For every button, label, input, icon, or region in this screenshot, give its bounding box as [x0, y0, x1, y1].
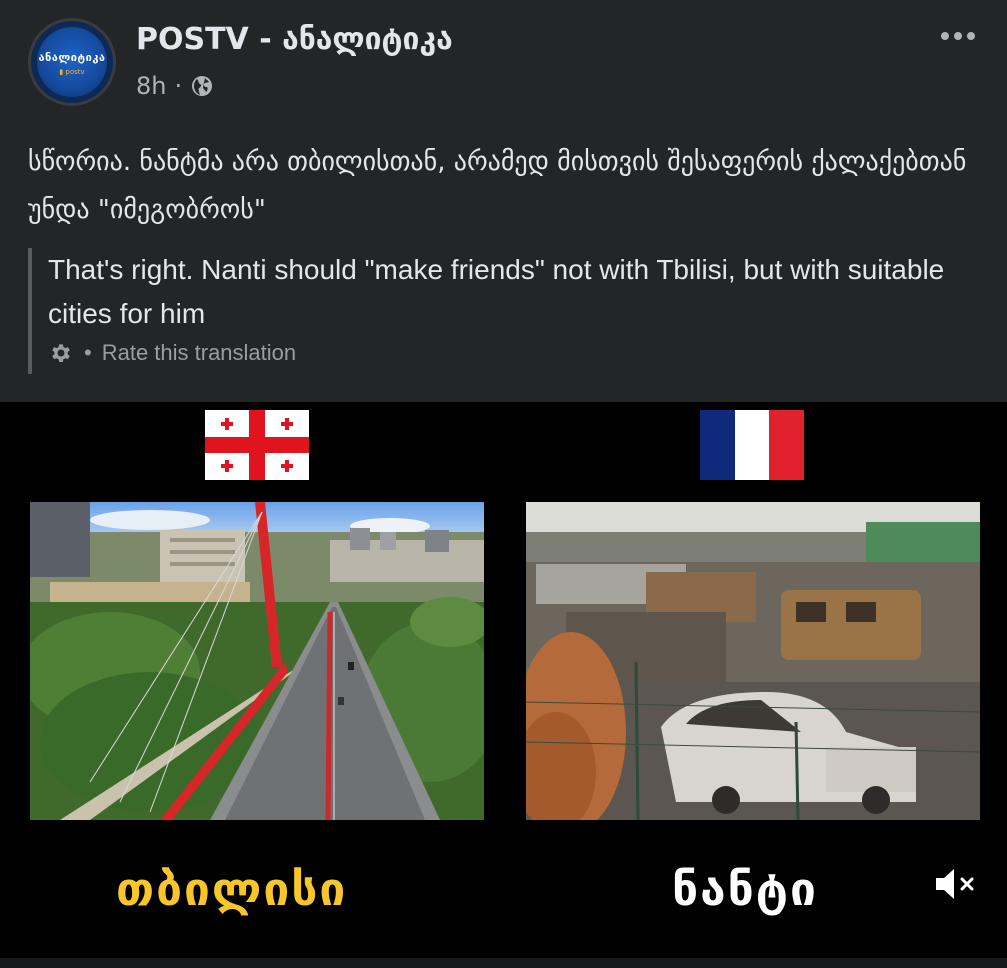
nantes-burnt-cars-photo [526, 502, 980, 820]
volume-muted-icon[interactable] [932, 864, 982, 904]
meta-separator: · [174, 72, 183, 100]
post-video[interactable]: თბილისი ნანტი [0, 402, 1007, 958]
more-dot [941, 32, 949, 40]
post-text: სწორია. ნანტმა არა თბილისთან, არამედ მის… [28, 147, 967, 225]
avatar-logo-sub: ▮ postv [59, 68, 85, 76]
page-avatar[interactable]: ანალიტიკა ▮ postv [28, 18, 116, 106]
nantes-caption: ნანტი [672, 862, 818, 916]
post-meta: 8h · [136, 72, 214, 100]
post-footer-divider [0, 958, 1007, 968]
more-dot [967, 32, 975, 40]
georgia-flag [205, 410, 309, 480]
page-name-link[interactable]: POSTV - ანალიტიკა [136, 22, 453, 57]
translation-text: That's right. Nanti should "make friends… [48, 254, 945, 329]
post-timestamp[interactable]: 8h [136, 72, 166, 100]
rate-translation-link[interactable]: Rate this translation [102, 340, 296, 366]
more-dot [954, 32, 962, 40]
rate-translation-row: • Rate this translation [48, 340, 988, 366]
globe-icon[interactable] [190, 74, 214, 98]
gear-icon[interactable] [48, 340, 74, 366]
translation-block: That's right. Nanti should "make friends… [28, 248, 988, 374]
more-options-button[interactable] [933, 16, 983, 56]
france-flag [700, 410, 805, 480]
avatar-logo-text: ანალიტიკა [38, 51, 106, 64]
tbilisi-bridge-photo [30, 502, 484, 820]
tbilisi-caption: თბილისი [116, 862, 348, 916]
rate-separator: • [84, 340, 92, 365]
post-header: ანალიტიკა ▮ postv POSTV - ანალიტიკა 8h · [0, 0, 1007, 120]
